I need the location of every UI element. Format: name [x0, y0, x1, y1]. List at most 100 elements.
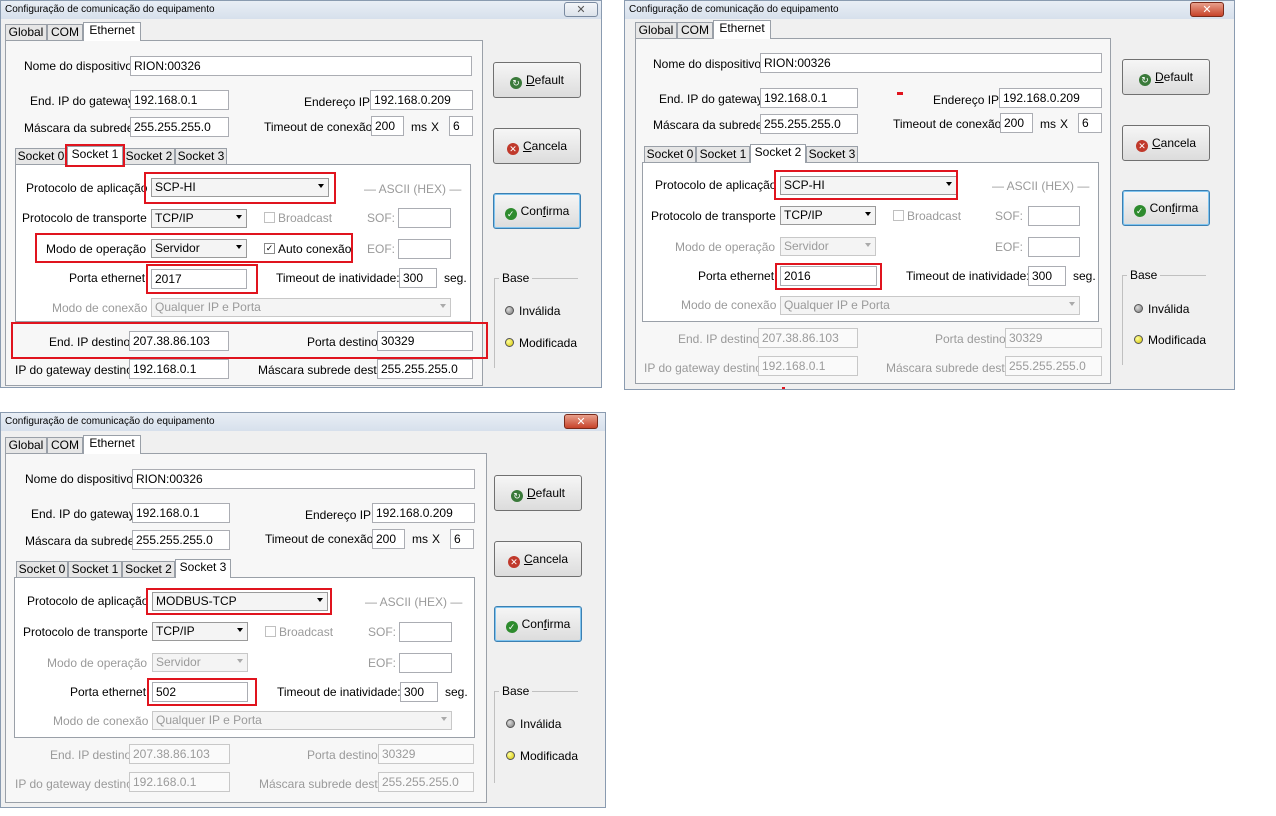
- dest-mask-field[interactable]: 255.255.255.0: [377, 359, 473, 379]
- tab-socket-2[interactable]: Socket 2: [123, 148, 175, 164]
- ascii-hex-label: — ASCII (HEX) —: [992, 179, 1090, 193]
- cancel-button[interactable]: ✕ Cancela: [493, 128, 581, 164]
- dest-mask-field[interactable]: 255.255.255.0: [378, 772, 474, 792]
- cancel-button[interactable]: ✕ Cancela: [494, 541, 582, 577]
- tab-socket-2[interactable]: Socket 2: [122, 561, 175, 577]
- tab-socket-0[interactable]: Socket 0: [644, 146, 696, 162]
- dest-port-field[interactable]: 30329: [1005, 328, 1102, 348]
- base-group-title: Base: [499, 271, 533, 285]
- tab-global[interactable]: Global: [635, 22, 677, 38]
- eof-field[interactable]: [399, 653, 452, 673]
- inactivity-field[interactable]: 300: [1028, 266, 1066, 286]
- tab-socket-2[interactable]: Socket 2: [750, 144, 806, 163]
- base-group: Base: [494, 684, 578, 783]
- dest-mask-field[interactable]: 255.255.255.0: [1005, 356, 1102, 376]
- conn-timeout-field[interactable]: 200: [372, 529, 405, 549]
- dest-gateway-field[interactable]: 192.168.0.1: [129, 772, 230, 792]
- conn-timeout-field[interactable]: 200: [371, 116, 404, 136]
- default-accel: D: [1154, 70, 1164, 84]
- tab-com[interactable]: COM: [677, 22, 713, 38]
- broadcast-checkbox[interactable]: [265, 626, 276, 637]
- device-name-field[interactable]: RION:00326: [132, 469, 475, 489]
- gateway-ip-field[interactable]: 192.168.0.1: [132, 503, 230, 523]
- op-mode-select[interactable]: Servidor: [152, 653, 248, 672]
- tab-ethernet[interactable]: Ethernet: [83, 22, 141, 41]
- default-button[interactable]: ↻ Default: [494, 475, 582, 511]
- transport-select[interactable]: TCP/IP: [151, 209, 247, 228]
- eof-field[interactable]: [1028, 237, 1080, 257]
- tab-global[interactable]: Global: [5, 24, 47, 40]
- confirm-text-b: irma: [1175, 201, 1199, 215]
- retries-field[interactable]: 6: [450, 529, 474, 549]
- invalid-indicator-icon: [1134, 304, 1143, 313]
- cancel-button[interactable]: ✕ Cancela: [1122, 125, 1210, 161]
- default-text: efault: [535, 486, 566, 500]
- highlight-app-protocol: [146, 588, 332, 615]
- dest-gateway-field[interactable]: 192.168.0.1: [129, 359, 229, 379]
- confirm-button[interactable]: ✓ Confirma: [493, 193, 581, 229]
- confirm-button[interactable]: ✓ Confirma: [1122, 190, 1210, 226]
- retries-field[interactable]: 6: [1078, 113, 1102, 133]
- inactivity-field[interactable]: 300: [399, 268, 437, 288]
- tab-socket-3[interactable]: Socket 3: [175, 148, 227, 164]
- dest-port-field[interactable]: 30329: [378, 744, 474, 764]
- close-icon[interactable]: ✕: [564, 414, 598, 429]
- confirm-button[interactable]: ✓ Confirma: [494, 606, 582, 642]
- device-name-field[interactable]: RION:00326: [760, 53, 1102, 73]
- tab-ethernet[interactable]: Ethernet: [83, 435, 141, 454]
- subnet-mask-field[interactable]: 255.255.255.0: [130, 117, 229, 137]
- subnet-mask-field[interactable]: 255.255.255.0: [760, 114, 858, 134]
- device-name-field[interactable]: RION:00326: [130, 56, 472, 76]
- dest-port-label: Porta destino: [935, 332, 1006, 346]
- broadcast-checkbox[interactable]: [893, 210, 904, 221]
- transport-select[interactable]: TCP/IP: [780, 206, 876, 225]
- tab-socket-1[interactable]: Socket 1: [68, 561, 122, 577]
- tab-socket-3[interactable]: Socket 3: [175, 559, 231, 578]
- tab-global[interactable]: Global: [5, 437, 47, 453]
- close-icon[interactable]: ✕: [1190, 2, 1224, 17]
- gateway-ip-field[interactable]: 192.168.0.1: [130, 90, 229, 110]
- tab-com[interactable]: COM: [47, 24, 83, 40]
- dropdown-arrow-icon: [865, 212, 871, 216]
- confirm-text-a: Con: [520, 204, 543, 218]
- sof-field[interactable]: [399, 622, 452, 642]
- dest-port-label: Porta destino: [307, 748, 378, 762]
- ip-address-label: Endereço IP: [933, 93, 1000, 107]
- tab-com[interactable]: COM: [47, 437, 83, 453]
- op-mode-select[interactable]: Servidor: [780, 237, 876, 256]
- eof-field[interactable]: [398, 239, 451, 259]
- gateway-ip-field[interactable]: 192.168.0.1: [760, 88, 858, 108]
- retries-field[interactable]: 6: [449, 116, 473, 136]
- tab-socket-0[interactable]: Socket 0: [16, 561, 68, 577]
- inactivity-field[interactable]: 300: [400, 682, 438, 702]
- seg-label: seg.: [444, 271, 467, 285]
- conn-mode-select[interactable]: Qualquer IP e Porta: [780, 296, 1080, 315]
- tab-socket-1[interactable]: Socket 1: [696, 146, 750, 162]
- tab-socket-1[interactable]: Socket 1: [67, 146, 123, 165]
- dest-gateway-label: IP do gateway destino: [15, 777, 133, 791]
- tab-socket-3[interactable]: Socket 3: [806, 146, 858, 162]
- invalid-label: Inválida: [520, 717, 562, 731]
- default-button[interactable]: ↻ Default: [493, 62, 581, 98]
- conn-mode-select[interactable]: Qualquer IP e Porta: [151, 298, 451, 317]
- conn-mode-select[interactable]: Qualquer IP e Porta: [152, 711, 452, 730]
- sof-field[interactable]: [1028, 206, 1080, 226]
- conn-mode-label: Modo de conexão: [681, 298, 777, 312]
- gateway-ip-label: End. IP do gateway: [659, 92, 763, 106]
- ip-address-field[interactable]: 192.168.0.209: [370, 90, 473, 110]
- default-button[interactable]: ↻ Default: [1122, 59, 1210, 95]
- cancel-icon: ✕: [506, 143, 519, 155]
- dest-gateway-field[interactable]: 192.168.0.1: [758, 356, 858, 376]
- ip-address-field[interactable]: 192.168.0.209: [999, 88, 1102, 108]
- broadcast-checkbox[interactable]: [264, 212, 275, 223]
- tab-socket-0[interactable]: Socket 0: [15, 148, 67, 164]
- sof-field[interactable]: [398, 208, 451, 228]
- transport-select[interactable]: TCP/IP: [152, 622, 248, 641]
- dest-ip-field[interactable]: 207.38.86.103: [758, 328, 858, 348]
- ip-address-field[interactable]: 192.168.0.209: [372, 503, 475, 523]
- conn-timeout-field[interactable]: 200: [1000, 113, 1033, 133]
- tab-ethernet[interactable]: Ethernet: [713, 20, 771, 39]
- dest-ip-field[interactable]: 207.38.86.103: [129, 744, 230, 764]
- close-icon[interactable]: ✕: [564, 2, 598, 17]
- subnet-mask-field[interactable]: 255.255.255.0: [132, 530, 230, 550]
